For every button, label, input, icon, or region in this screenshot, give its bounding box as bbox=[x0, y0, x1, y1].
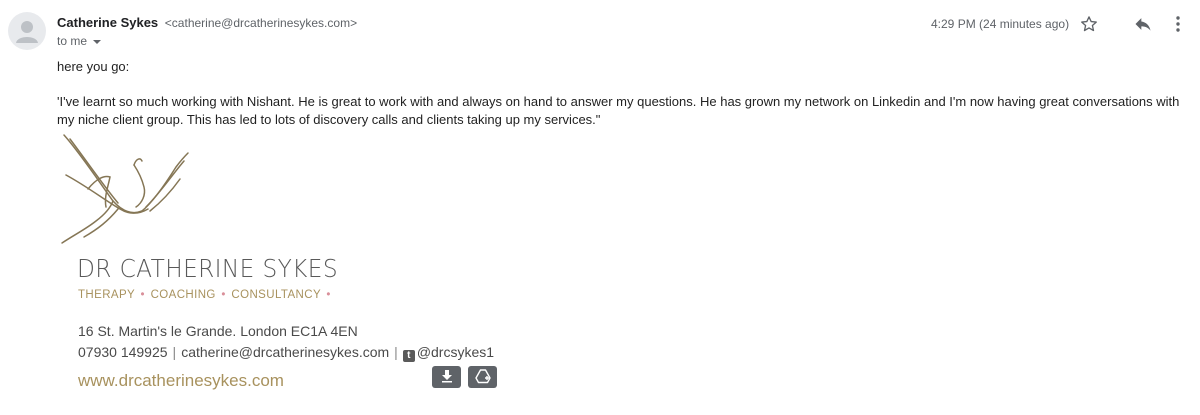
reply-button[interactable] bbox=[1133, 14, 1153, 34]
sender-name[interactable]: Catherine Sykes bbox=[57, 15, 158, 30]
sender-avatar[interactable] bbox=[8, 12, 46, 50]
signature-name: DR CATHERINE SYKES bbox=[77, 254, 338, 283]
signature-address: 16 St. Martin's le Grande. London EC1A 4… bbox=[78, 323, 358, 339]
separator: | bbox=[394, 344, 398, 360]
tagline-therapy: THERAPY bbox=[78, 289, 135, 301]
signature-twitter-link[interactable]: @drcsykes1 bbox=[417, 344, 494, 360]
star-button[interactable] bbox=[1079, 14, 1099, 34]
message-greeting: here you go: bbox=[57, 59, 130, 74]
more-vert-icon bbox=[1176, 16, 1180, 32]
separator: | bbox=[172, 344, 177, 360]
chevron-down-icon bbox=[93, 39, 102, 44]
signature-phone: 07930 149925 bbox=[78, 344, 168, 360]
tagline-coaching: COACHING bbox=[150, 289, 216, 301]
download-icon bbox=[441, 370, 452, 383]
add-to-drive-icon bbox=[474, 369, 491, 384]
recipient-details-toggle[interactable]: to me bbox=[57, 34, 102, 48]
tagline-dot: • bbox=[140, 289, 145, 301]
star-icon bbox=[1081, 16, 1097, 32]
signature-tagline: THERAPY • COACHING • CONSULTANCY • bbox=[78, 289, 333, 301]
signature-email-link[interactable]: catherine@drcatherinesykes.com bbox=[181, 344, 389, 360]
reply-icon bbox=[1135, 18, 1151, 31]
signature-contact-line: 07930 149925 | catherine@drcatherinesykes.… bbox=[78, 344, 494, 362]
dove-logo-icon bbox=[61, 134, 189, 244]
tagline-dot: • bbox=[221, 289, 226, 301]
message-timestamp: 4:29 PM (24 minutes ago) bbox=[931, 17, 1070, 31]
download-image-button[interactable] bbox=[432, 366, 461, 388]
person-icon bbox=[16, 21, 38, 43]
message-quote: 'I've learnt so much working with Nishan… bbox=[57, 94, 1180, 127]
recipient-label: to me bbox=[57, 34, 88, 48]
sender-email: <catherine@drcatherinesykes.com> bbox=[164, 16, 358, 30]
add-to-drive-button[interactable] bbox=[468, 366, 497, 388]
more-options-button[interactable] bbox=[1168, 14, 1188, 34]
tagline-consultancy: CONSULTANCY bbox=[231, 289, 321, 301]
email-signature: DR CATHERINE SYKES THERAPY • COACHING • … bbox=[55, 128, 515, 398]
signature-website-link[interactable]: www.drcatherinesykes.com bbox=[78, 371, 284, 391]
twitter-icon: t bbox=[402, 350, 415, 362]
sender-line: Catherine Sykes <catherine@drcatherinesy… bbox=[57, 15, 357, 31]
tagline-dot: • bbox=[326, 289, 331, 301]
